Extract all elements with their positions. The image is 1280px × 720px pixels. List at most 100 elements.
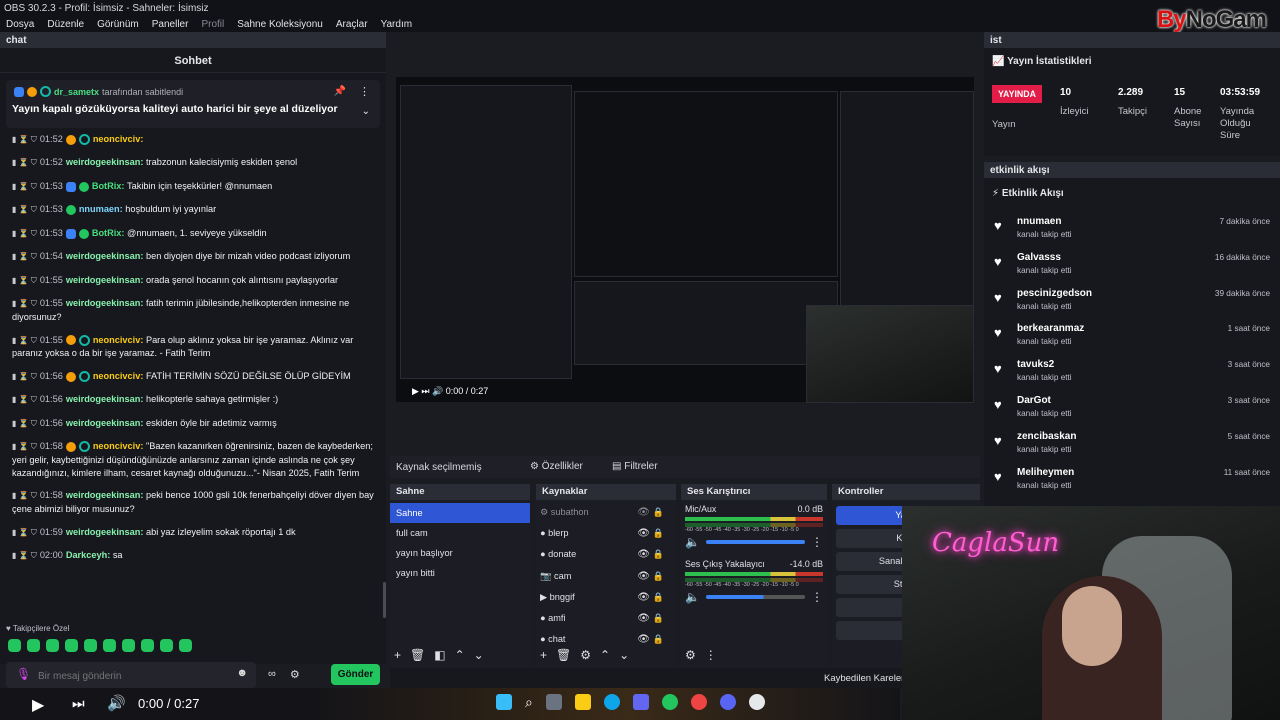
event-user[interactable]: zencibaskan (1017, 431, 1076, 442)
message-user[interactable]: neoncivciv (93, 371, 141, 381)
lock-icon[interactable]: 🔒 (653, 629, 664, 644)
mod-tools-icon[interactable]: ▮ ⏳ ⛉ (12, 528, 37, 537)
menu-item[interactable]: Görünüm (97, 19, 139, 30)
properties-button[interactable]: ⚙ Özellikler (530, 461, 583, 472)
chrome-icon[interactable] (690, 694, 707, 710)
filters-button[interactable]: ▤ Filtreler (612, 461, 658, 472)
menu-item[interactable]: Paneller (152, 19, 189, 30)
up-icon[interactable]: ⌃ (455, 648, 465, 662)
eye-icon[interactable]: 👁 (637, 608, 650, 629)
mod-tools-icon[interactable]: ▮ ⏳ ⛉ (12, 442, 37, 451)
mod-tools-icon[interactable]: ▮ ⏳ ⛉ (12, 158, 37, 167)
trash-icon[interactable]: 🗑 (556, 648, 571, 662)
mod-tools-icon[interactable]: ▮ ⏳ ⛉ (12, 205, 37, 214)
source-item[interactable]: ● amfi 👁 🔒 (536, 608, 676, 629)
eye-icon[interactable]: 👁 (637, 629, 650, 644)
mod-tools-icon[interactable]: ▮ ⏳ ⛉ (12, 395, 37, 404)
mic-icon[interactable]: 🎙 (16, 667, 31, 681)
up-icon[interactable]: ⌃ (600, 648, 610, 662)
source-item[interactable]: 📷 cam 👁 🔒 (536, 566, 676, 587)
scene-item[interactable]: full cam (390, 523, 530, 543)
chat-input[interactable]: 🎙 ☻ (6, 662, 256, 688)
menu-item[interactable]: Sahne Koleksiyonu (237, 19, 323, 30)
mod-tools-icon[interactable]: ▮ ⏳ ⛉ (12, 135, 37, 144)
chat-scrollbar[interactable] (383, 582, 386, 618)
mod-tools-icon[interactable]: ▮ ⏳ ⛉ (12, 299, 37, 308)
taskview-icon[interactable] (545, 694, 562, 710)
eye-icon[interactable]: 👁 (637, 566, 650, 587)
source-item[interactable]: ▶ bnggif 👁 🔒 (536, 587, 676, 608)
eye-icon[interactable]: 👁 (637, 523, 650, 544)
event-user[interactable]: DarGot (1017, 395, 1051, 406)
emote-icon[interactable] (141, 639, 154, 652)
obs-icon[interactable] (748, 694, 765, 710)
menu-item[interactable]: Profil (201, 19, 224, 30)
volume-slider[interactable] (705, 540, 805, 544)
mod-tools-icon[interactable]: ▮ ⏳ ⛉ (12, 229, 37, 238)
spotify-icon[interactable] (661, 694, 678, 710)
mod-tools-icon[interactable]: ▮ ⏳ ⛉ (12, 372, 37, 381)
message-user[interactable]: weirdogeekinsan (66, 418, 141, 428)
more-icon[interactable]: ⋮ (811, 590, 823, 604)
volume-icon[interactable]: 🔊 (107, 694, 126, 712)
folder-icon[interactable] (574, 694, 591, 710)
message-user[interactable]: weirdogeekinsan (66, 490, 141, 500)
message-field[interactable] (36, 666, 230, 686)
teams-icon[interactable] (632, 694, 649, 710)
message-user[interactable]: BotRix (92, 228, 122, 238)
mod-tools-icon[interactable]: ▮ ⏳ ⛉ (12, 551, 37, 560)
message-user[interactable]: weirdogeekinsan (66, 251, 141, 261)
mod-tools-icon[interactable]: ▮ ⏳ ⛉ (12, 182, 37, 191)
message-user[interactable]: weirdogeekinsan (66, 275, 141, 285)
more-icon[interactable]: ⋮ (359, 85, 370, 98)
scene-item[interactable]: yayın bitti (390, 563, 530, 583)
mod-tools-icon[interactable]: ▮ ⏳ ⛉ (12, 252, 37, 261)
message-user[interactable]: neoncivciv (93, 335, 141, 345)
message-user[interactable]: neoncivciv (93, 134, 141, 144)
source-item[interactable]: ● blerp 👁 🔒 (536, 523, 676, 544)
add-icon[interactable]: + (540, 648, 547, 662)
message-user[interactable]: neoncivciv (93, 441, 141, 451)
lock-icon[interactable]: 🔒 (653, 608, 664, 629)
mod-tools-icon[interactable]: ▮ ⏳ ⛉ (12, 491, 37, 500)
message-user[interactable]: BotRix (92, 181, 122, 191)
message-user[interactable]: weirdogeekinsan (66, 394, 141, 404)
windows-icon[interactable] (496, 694, 512, 710)
menu-item[interactable]: Düzenle (47, 19, 84, 30)
eye-icon[interactable]: 👁 (637, 502, 650, 523)
source-item[interactable]: ⚙ subathon 👁 🔒 (536, 502, 676, 523)
more-icon[interactable]: ⋮ (705, 648, 717, 662)
event-user[interactable]: nnumaen (1017, 216, 1061, 227)
more-icon[interactable]: ⋮ (811, 535, 823, 549)
discord-icon[interactable] (719, 694, 736, 710)
send-button[interactable]: Gönder (331, 664, 380, 685)
infinity-icon[interactable]: ∞ (268, 668, 276, 681)
emote-icon[interactable] (122, 639, 135, 652)
settings-icon[interactable]: ⚙ (685, 648, 696, 662)
speaker-icon[interactable]: 🔈 (685, 535, 700, 549)
event-user[interactable]: tavuks2 (1017, 359, 1054, 370)
message-user[interactable]: nnumaen (79, 204, 120, 214)
pinned-message[interactable]: dr_sametx tarafından sabitlendi 📌 ⋮ Yayı… (6, 80, 380, 128)
source-item[interactable]: ● donate 👁 🔒 (536, 544, 676, 565)
eye-icon[interactable]: 👁 (637, 587, 650, 608)
filter-icon[interactable]: ◧ (434, 648, 445, 662)
gear-icon[interactable]: ⚙ (290, 668, 300, 681)
chevron-down-icon[interactable]: ⌄ (362, 106, 370, 117)
lock-icon[interactable]: 🔒 (653, 544, 664, 565)
message-user[interactable]: weirdogeekinsan (66, 157, 141, 167)
menu-item[interactable]: Dosya (6, 19, 34, 30)
emote-icon[interactable] (65, 639, 78, 652)
message-user[interactable]: weirdogeekinsan (66, 298, 141, 308)
lock-icon[interactable]: 🔒 (653, 587, 664, 608)
scene-item[interactable]: Sahne (390, 503, 530, 523)
menu-item[interactable]: Araçlar (336, 19, 368, 30)
edge-icon[interactable] (603, 694, 620, 710)
trash-icon[interactable]: 🗑 (410, 648, 425, 662)
search-icon[interactable]: ⌕ (525, 694, 533, 711)
eye-icon[interactable]: 👁 (637, 544, 650, 565)
scene-item[interactable]: yayın başlıyor (390, 543, 530, 563)
speaker-icon[interactable]: 🔈 (685, 590, 700, 604)
event-user[interactable]: pescinizgedson (1017, 288, 1092, 299)
preview-canvas[interactable]: ▶ ⏭ 🔊 0:00 / 0:27 (396, 77, 974, 403)
